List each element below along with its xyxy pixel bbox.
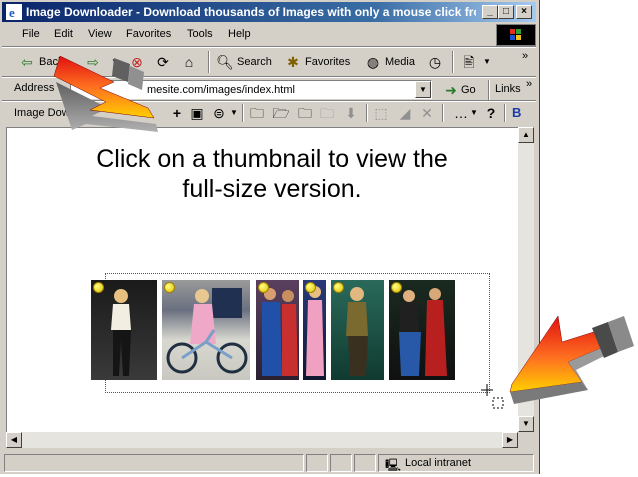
menu-tools[interactable]: Tools: [187, 28, 213, 40]
crosshair-cursor-icon: [481, 384, 504, 409]
toolbar-divider: [504, 104, 506, 122]
thumbnail-3[interactable]: [256, 280, 299, 380]
add-icon[interactable]: +: [168, 104, 186, 122]
media-label: Media: [385, 56, 415, 68]
thumbnail-4[interactable]: [303, 280, 326, 380]
toolbar-divider: [242, 104, 244, 122]
go-arrow-icon: ➜: [445, 82, 457, 98]
favorites-label: Favorites: [305, 56, 351, 68]
back-arrow-icon: ⇦: [21, 54, 33, 70]
toolbar-divider: [366, 104, 368, 122]
toolbar-divider: [488, 80, 490, 100]
help-question-icon[interactable]: ?: [482, 104, 500, 122]
thumbnail-1[interactable]: [91, 280, 157, 380]
links-chevron-icon[interactable]: »: [526, 78, 532, 90]
menu-help[interactable]: Help: [228, 28, 251, 40]
status-cell: [306, 454, 328, 472]
page-content: Click on a thumbnail to view the full-si…: [6, 127, 520, 434]
page-heading: Click on a thumbnail to view the full-si…: [96, 145, 448, 203]
title-bar[interactable]: e Image Downloader - Download thousands …: [2, 2, 536, 22]
security-zone-cell: 🖳︎ Local intranet: [378, 454, 534, 472]
menu-edit[interactable]: Edit: [54, 28, 73, 40]
scroll-left-icon[interactable]: ◀: [6, 432, 22, 448]
scrollbar-corner: [518, 432, 534, 448]
horizontal-scrollbar[interactable]: ◀ ▶: [6, 432, 518, 448]
media-button[interactable]: ◍ Media: [364, 53, 415, 71]
mail-dropdown-icon[interactable]: ▼: [478, 53, 496, 71]
folder-icon[interactable]: 🗀︎: [248, 104, 266, 122]
thumbnail-6[interactable]: [389, 280, 455, 380]
b-button[interactable]: B: [512, 105, 521, 120]
scroll-right-icon[interactable]: ▶: [502, 432, 518, 448]
maximize-button[interactable]: □: [498, 5, 514, 19]
menu-view[interactable]: View: [88, 28, 112, 40]
media-icon: ◍: [366, 54, 380, 70]
download-arrow-icon: ⬇: [345, 105, 357, 121]
thumbnail-5[interactable]: [331, 280, 384, 380]
more-options-icon[interactable]: …: [452, 104, 470, 122]
go-label: Go: [461, 84, 476, 96]
go-button[interactable]: ➜ Go: [444, 81, 476, 99]
thumbnail-2-marker-icon: [164, 282, 175, 293]
links-label[interactable]: Links: [495, 83, 521, 95]
svg-text:e: e: [9, 5, 15, 20]
security-zone-label: Local intranet: [405, 457, 472, 469]
more-dropdown-icon[interactable]: ▼: [470, 108, 478, 117]
address-label: Address: [14, 82, 55, 94]
thumbnail-1-image: [111, 289, 131, 376]
link-dropdown-icon[interactable]: ▼: [230, 108, 238, 117]
thumbnail-1-marker-icon: [93, 282, 104, 293]
eraser-icon: ◢: [399, 105, 411, 121]
status-bar: 🖳︎ Local intranet: [2, 452, 536, 472]
folder-disabled-icon: 🗀︎: [320, 105, 334, 121]
minimize-button[interactable]: _: [482, 5, 498, 19]
thumbnail-2-image: [166, 288, 248, 374]
search-label: Search: [237, 56, 272, 68]
windows-logo-icon: [496, 24, 536, 46]
address-url: mesite.com/images/index.html: [147, 84, 295, 96]
scroll-down-icon[interactable]: ▼: [518, 416, 534, 432]
address-dropdown-icon[interactable]: ▼: [415, 81, 431, 98]
link-chain-icon[interactable]: ⊜: [210, 104, 228, 122]
menu-favorites[interactable]: Favorites: [126, 28, 171, 40]
status-text-cell: [4, 454, 304, 472]
thumbnail-6-marker-icon: [391, 282, 402, 293]
menu-bar: File Edit View Favorites Tools Help: [2, 24, 492, 46]
history-icon[interactable]: ◷: [426, 53, 444, 71]
close-button[interactable]: ×: [516, 5, 532, 19]
toolbar-chevron-icon[interactable]: »: [522, 50, 528, 62]
search-icon: 🔍︎: [216, 54, 234, 70]
thumbnail-4-image: [306, 286, 324, 376]
pointer-arrow-right-icon: [509, 315, 634, 404]
thumbnail-3-marker-icon: [258, 282, 269, 293]
toolbar-divider: [452, 51, 454, 73]
thumbnail-3-image: [262, 288, 298, 376]
thumbnail-6-image: [399, 288, 447, 376]
thumbnail-4-marker-icon: [305, 282, 316, 293]
delete-x-icon: ✕: [421, 105, 433, 121]
folder-check-icon[interactable]: 🗀︎: [296, 104, 314, 122]
internet-explorer-icon: e: [6, 4, 22, 20]
toolbar-divider: [442, 104, 444, 122]
pointer-arrow-top-icon: [53, 55, 158, 132]
window-icon[interactable]: ▣: [188, 104, 206, 122]
status-cell: [354, 454, 376, 472]
mail-icon[interactable]: 🖹︎: [460, 53, 478, 71]
status-cell: [330, 454, 352, 472]
toolbar-divider: [208, 51, 210, 73]
search-button[interactable]: 🔍︎ Search: [216, 53, 272, 71]
window-title: Image Downloader - Download thousands of…: [26, 5, 476, 19]
thumbnail-2[interactable]: [162, 280, 250, 380]
folder-image-icon[interactable]: 🗁︎: [272, 104, 290, 122]
favorites-star-icon: ✱: [287, 54, 299, 70]
scroll-up-icon[interactable]: ▲: [518, 127, 534, 143]
select-box-icon: ⬚: [374, 105, 388, 121]
menu-file[interactable]: File: [22, 28, 40, 40]
favorites-button[interactable]: ✱ Favorites: [284, 53, 350, 71]
home-icon[interactable]: ⌂: [180, 53, 198, 71]
thumbnail-5-image: [346, 287, 368, 376]
thumbnail-5-marker-icon: [333, 282, 344, 293]
